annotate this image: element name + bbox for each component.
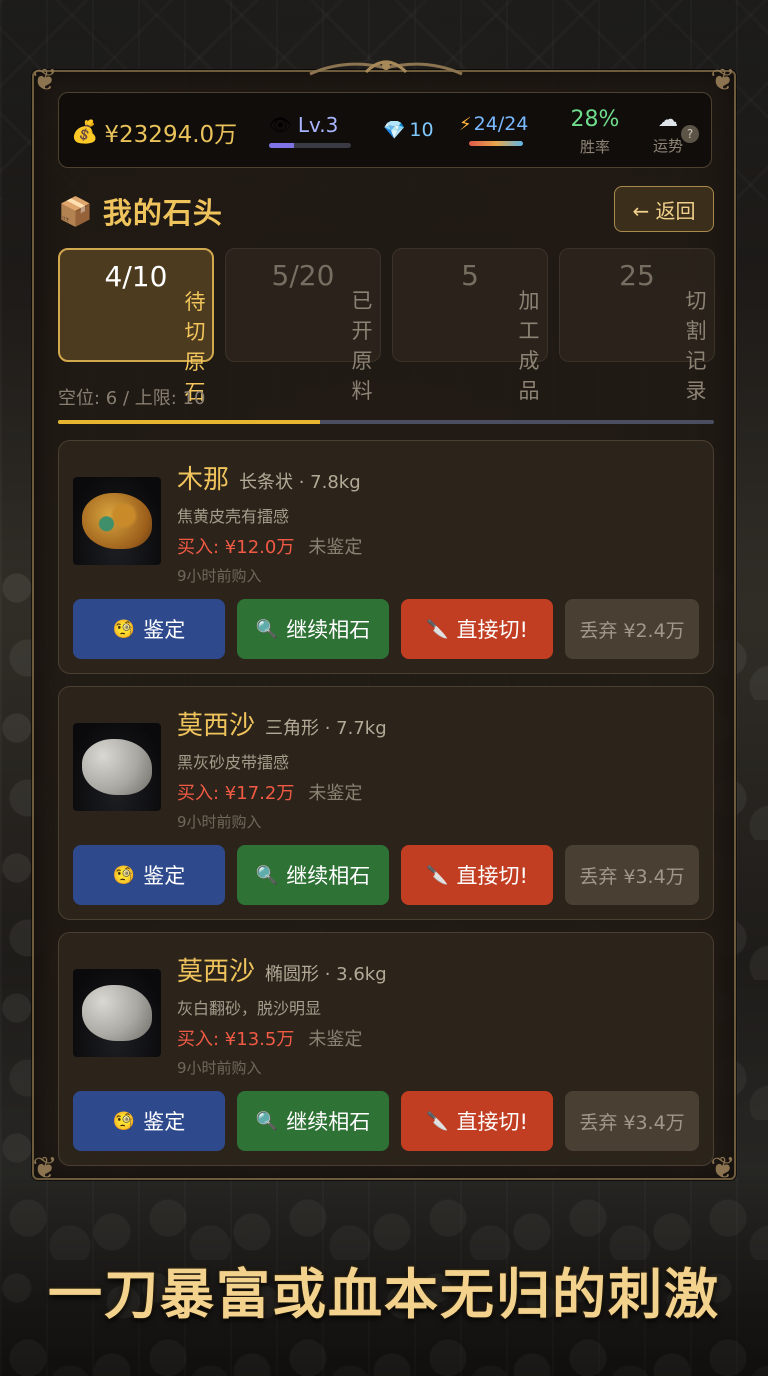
tab-opened-materials[interactable]: 已开原料 5/20 (225, 248, 381, 403)
knife-icon: 🔪 (426, 864, 449, 886)
diamond-icon: 💎 (383, 119, 406, 141)
rough-stone-icon (82, 493, 152, 549)
package-icon: 📦 (58, 194, 93, 228)
corner-ornament-icon: ❦ (32, 63, 58, 98)
inspect-button[interactable]: 🔍 继续相石 (237, 845, 389, 905)
eye-icon: 👁 (269, 114, 292, 136)
tab-label: 切割记录 (685, 289, 707, 403)
stone-description: 黑灰砂皮带擂感 (177, 753, 290, 772)
purchase-time: 9小时前购入 (177, 567, 262, 585)
money-value: ¥23294.0万 (104, 122, 238, 148)
money-display: 💰 ¥23294.0万 (71, 115, 237, 149)
stone-description: 灰白翻砂，脱沙明显 (177, 999, 322, 1018)
stone-description: 焦黄皮壳有擂感 (177, 507, 290, 526)
knife-icon: 🔪 (426, 1110, 449, 1132)
appraise-button[interactable]: 🧐 鉴定 (73, 599, 225, 659)
rough-stone-icon (82, 739, 152, 795)
stone-card: 莫西沙 椭圆形 · 3.6kg 灰白翻砂，脱沙明显 买入: ¥13.5万 未鉴定… (58, 932, 714, 1166)
appraisal-status: 未鉴定 (308, 783, 363, 804)
level-display[interactable]: 👁 Lv.3 (269, 113, 353, 148)
appraise-button[interactable]: 🧐 鉴定 (73, 845, 225, 905)
slot-capacity-bar (58, 420, 714, 424)
appraisal-status: 未鉴定 (308, 537, 363, 558)
stone-image (73, 969, 161, 1057)
purchase-time: 9小时前购入 (177, 1059, 262, 1077)
rough-stone-icon (82, 985, 152, 1041)
stone-card: 木那 长条状 · 7.8kg 焦黄皮壳有擂感 买入: ¥12.0万 未鉴定 9小… (58, 440, 714, 674)
energy-display[interactable]: ⚡ 24/24 (459, 113, 539, 146)
cut-button[interactable]: 🔪 直接切! (401, 599, 553, 659)
inspect-button[interactable]: 🔍 继续相石 (237, 599, 389, 659)
discard-button[interactable]: 丢弃 ¥3.4万 (565, 1091, 699, 1151)
promo-slogan: 一刀暴富或血本无归的刺激 (48, 1262, 720, 1326)
purchase-price: 买入: ¥12.0万 (177, 537, 295, 558)
tab-finished-products[interactable]: 加工成品 5 (392, 248, 548, 403)
gem-count: 10 (409, 119, 434, 141)
stone-card: 莫西沙 三角形 · 7.7kg 黑灰砂皮带擂感 买入: ¥17.2万 未鉴定 9… (58, 686, 714, 920)
stone-image (73, 723, 161, 811)
appraise-button[interactable]: 🧐 鉴定 (73, 1091, 225, 1151)
help-icon[interactable]: ? (681, 125, 699, 143)
purchase-price: 买入: ¥17.2万 (177, 783, 295, 804)
tab-label: 已开原料 (351, 289, 373, 403)
purchase-time: 9小时前购入 (177, 813, 262, 831)
magnifier-icon: 🔍 (255, 618, 279, 640)
stone-meta: 长条状 · 7.8kg (239, 472, 361, 493)
knife-icon: 🔪 (426, 618, 449, 640)
inspect-button[interactable]: 🔍 继续相石 (237, 1091, 389, 1151)
page-title: 我的石头 (102, 196, 223, 230)
cut-button[interactable]: 🔪 直接切! (401, 1091, 553, 1151)
magnifier-icon: 🔍 (255, 1110, 279, 1132)
stone-name: 莫西沙 (177, 957, 256, 987)
stone-name: 莫西沙 (177, 711, 256, 741)
status-bar: 💰 ¥23294.0万 👁 Lv.3 💎 10 ⚡ 24/24 28% 胜率 ☁… (58, 92, 712, 168)
crest-ornament-icon (306, 54, 466, 82)
stone-name: 木那 (177, 465, 230, 495)
monocle-face-icon: 🧐 (112, 1110, 136, 1132)
energy-bar (469, 141, 523, 146)
luck-display[interactable]: ☁ 运势 ? (637, 107, 699, 156)
monocle-face-icon: 🧐 (112, 618, 136, 640)
level-progress-bar (269, 143, 351, 148)
level-value: Lv.3 (297, 113, 339, 137)
monocle-face-icon: 🧐 (112, 864, 136, 886)
tab-cut-records[interactable]: 切割记录 25 (559, 248, 715, 403)
win-rate-label: 胜率 (579, 138, 610, 156)
stone-meta: 三角形 · 7.7kg (265, 718, 387, 739)
cut-button[interactable]: 🔪 直接切! (401, 845, 553, 905)
corner-ornament-icon: ❦ (710, 63, 736, 98)
win-rate-display: 28% 胜率 (565, 107, 625, 157)
stone-image (73, 477, 161, 565)
money-bag-icon: 💰 (71, 119, 99, 145)
purchase-price: 买入: ¥13.5万 (177, 1029, 295, 1050)
tab-uncut-stones[interactable]: 待切原石 4/10 (58, 248, 214, 404)
gem-display[interactable]: 💎 10 (383, 119, 434, 141)
back-button[interactable]: ← 返回 (614, 186, 714, 232)
page-header: 📦 我的石头 (58, 190, 223, 232)
main-panel: ❦ ❦ ❦ ❦ 💰 ¥23294.0万 👁 Lv.3 💎 10 ⚡ 24/24 … (32, 60, 736, 1186)
magnifier-icon: 🔍 (255, 864, 279, 886)
discard-button[interactable]: 丢弃 ¥3.4万 (565, 845, 699, 905)
discard-button[interactable]: 丢弃 ¥2.4万 (565, 599, 699, 659)
tab-label: 加工成品 (518, 289, 540, 403)
lightning-icon: ⚡ (459, 113, 472, 135)
stone-meta: 椭圆形 · 3.6kg (265, 964, 387, 985)
corner-ornament-icon: ❦ (32, 1151, 58, 1186)
appraisal-status: 未鉴定 (308, 1029, 363, 1050)
slot-capacity-text: 空位: 6 / 上限: 10 (58, 388, 206, 409)
energy-value: 24/24 (473, 113, 529, 135)
win-rate-value: 28% (570, 107, 620, 132)
